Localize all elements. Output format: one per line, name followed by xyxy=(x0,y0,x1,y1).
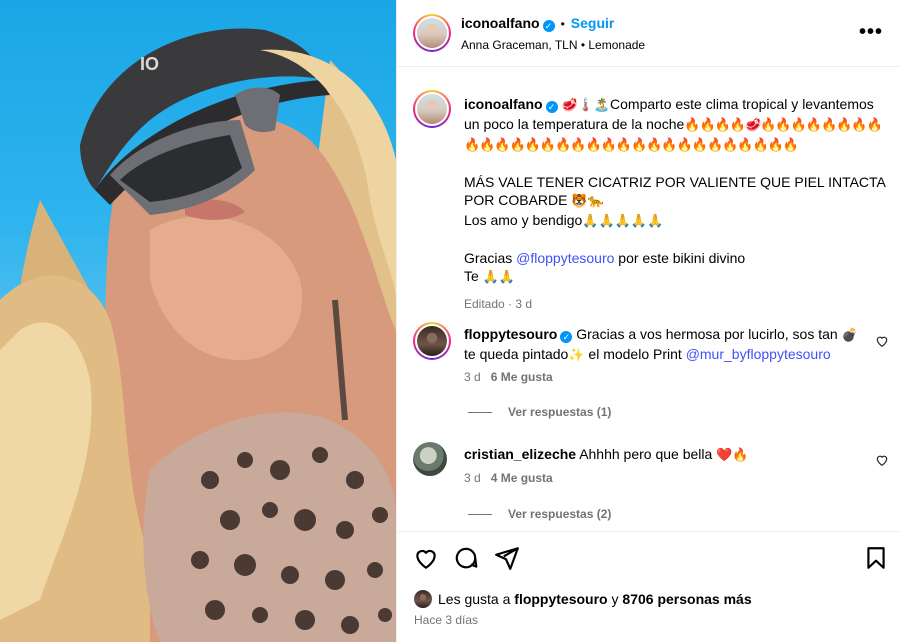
comment-text: Ahhhh pero que bella xyxy=(579,446,717,462)
separator-dot: • xyxy=(560,17,565,31)
comment-text: te queda pintado xyxy=(464,346,569,362)
caption-mention-link[interactable]: @floppytesouro xyxy=(516,250,614,266)
comment-mention-link[interactable]: @mur_byfloppytesouro xyxy=(686,346,831,362)
view-replies-label: Ver respuestas (2) xyxy=(508,507,612,521)
comment-avatar[interactable] xyxy=(413,442,451,480)
caption-animal-emojis: 🐯🐆 xyxy=(571,194,604,209)
caption: iconoalfano ✓ 🥩🌡️🏝️Comparto este clima tr… xyxy=(464,95,889,313)
comment-likes[interactable]: 4 Me gusta xyxy=(491,471,553,485)
caption-meta: Editado · 3 d xyxy=(464,297,533,311)
replies-line xyxy=(468,412,492,414)
comment-text: Gracias a vos hermosa por lucirlo, sos t… xyxy=(576,326,842,342)
caption-avatar[interactable] xyxy=(413,90,451,128)
view-replies-button[interactable]: Ver respuestas (2) xyxy=(468,507,611,521)
comment-icon[interactable] xyxy=(453,545,479,571)
comment-likes[interactable]: 6 Me gusta xyxy=(491,370,553,384)
caption-quote: MÁS VALE TENER CICATRIZ POR VALIENTE QUE… xyxy=(464,174,886,208)
caption-thanks-post: por este bikini divino xyxy=(614,250,746,266)
bookmark-icon[interactable] xyxy=(863,545,889,571)
more-options-icon[interactable]: ••• xyxy=(859,22,883,42)
caption-username[interactable]: iconoalfano xyxy=(464,96,543,112)
post-time[interactable]: Hace 3 días xyxy=(414,613,478,627)
likes-user[interactable]: floppytesouro xyxy=(514,591,607,607)
comment-username[interactable]: floppytesouro xyxy=(464,326,557,342)
caption-te-line: Te xyxy=(464,268,483,284)
audio-location-line[interactable]: Anna Graceman, TLN • Lemonade xyxy=(461,38,645,52)
comment-username[interactable]: cristian_elizeche xyxy=(464,446,576,462)
liker-avatar[interactable] xyxy=(414,590,432,608)
follow-button[interactable]: Seguir xyxy=(571,15,615,31)
comment-meta: 3 d 6 Me gusta xyxy=(464,370,553,384)
post-actions: Les gusta a floppytesouro y 8706 persona… xyxy=(397,533,900,642)
comment-text: el modelo Print xyxy=(584,346,686,362)
comment-emoji: ✨ xyxy=(568,348,585,363)
comment-emoji: ❤️🔥 xyxy=(716,448,749,463)
like-comment-heart-icon[interactable] xyxy=(875,334,889,348)
like-comment-heart-icon[interactable] xyxy=(875,453,889,467)
likes-prefix: Les gusta a xyxy=(438,591,515,607)
post-photo-art: IO xyxy=(0,28,396,642)
caption-love-glyphs: 🙏🙏🙏🙏🙏 xyxy=(582,214,664,229)
replies-line xyxy=(468,514,492,516)
caption-emoji-1: 🥩🌡️🏝️ xyxy=(561,98,611,113)
comment-body: floppytesouro ✓ Gracias a vos hermosa por… xyxy=(464,325,864,365)
author-username[interactable]: iconoalfano xyxy=(461,15,540,31)
view-replies-label: Ver respuestas (1) xyxy=(508,405,612,419)
share-icon[interactable] xyxy=(494,545,520,571)
caption-thanks-pre: Gracias xyxy=(464,250,517,266)
caption-love-line: Los amo y bendigo xyxy=(464,212,583,228)
verified-icon: ✓ xyxy=(560,331,573,343)
likes-count[interactable]: 8706 personas más xyxy=(622,591,751,607)
author-avatar[interactable] xyxy=(413,14,451,52)
post-photo[interactable]: IO xyxy=(0,0,396,642)
post-header: iconoalfano ✓ • Seguir Anna Graceman, TLN •… xyxy=(397,0,900,67)
verified-icon: ✓ xyxy=(542,20,555,32)
svg-text:IO: IO xyxy=(140,54,159,74)
view-replies-button[interactable]: Ver respuestas (1) xyxy=(468,405,611,419)
heart-icon[interactable] xyxy=(413,545,439,571)
comments-area[interactable]: iconoalfano ✓ 🥩🌡️🏝️Comparto este clima tr… xyxy=(397,68,900,532)
likes-mid: y xyxy=(607,591,623,607)
post-panel: iconoalfano ✓ • Seguir Anna Graceman, TLN •… xyxy=(396,0,900,642)
likes-summary: Les gusta a floppytesouro y 8706 persona… xyxy=(414,590,752,608)
comment-age: 3 d xyxy=(464,471,481,485)
verified-icon: ✓ xyxy=(545,101,558,113)
comment-meta: 3 d 4 Me gusta xyxy=(464,471,553,485)
comment-age: 3 d xyxy=(464,370,481,384)
comment-emoji: 💣 xyxy=(841,328,858,343)
caption-te-glyphs: 🙏🙏 xyxy=(482,270,516,285)
comment-avatar[interactable] xyxy=(413,322,451,360)
comment-body: cristian_elizeche Ahhhh pero que bella ❤… xyxy=(464,445,749,465)
